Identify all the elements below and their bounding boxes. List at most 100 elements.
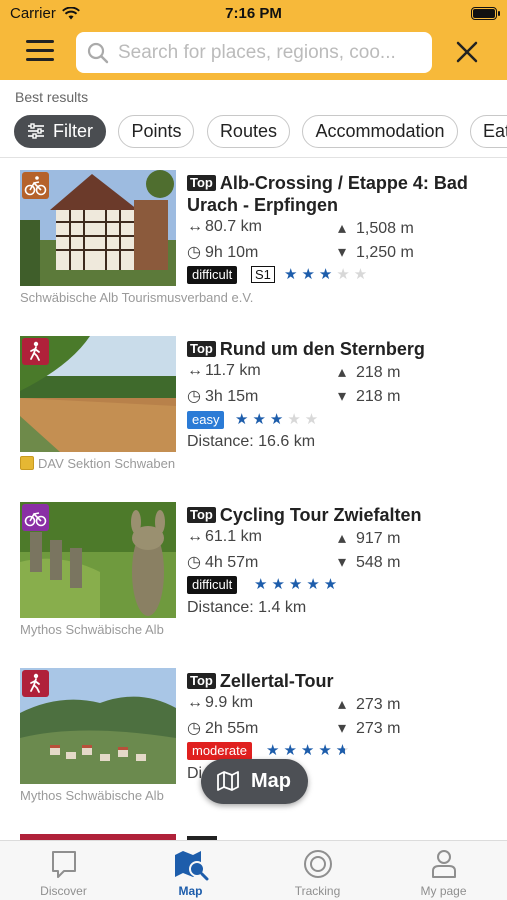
ascent-stat: ▴ 218 m bbox=[338, 362, 400, 382]
descent-value: 273 m bbox=[356, 720, 401, 737]
descent-value: 1,250 m bbox=[356, 244, 414, 261]
tracking-icon bbox=[303, 850, 332, 878]
difficulty-badge: moderate bbox=[187, 742, 252, 760]
difficulty-badge: difficult bbox=[187, 266, 238, 284]
top-badge: Top bbox=[187, 673, 216, 689]
arrows-horizontal-icon: ↔ bbox=[187, 694, 203, 711]
ascent-icon: ▴ bbox=[338, 364, 347, 381]
chip-eat[interactable]: Eat bbox=[469, 115, 507, 148]
person-icon bbox=[431, 850, 456, 878]
hiking-icon bbox=[22, 338, 49, 365]
section-label: Best results bbox=[15, 89, 89, 105]
top-badge: Top bbox=[187, 341, 216, 357]
distance-from-label: Di bbox=[187, 765, 203, 782]
chip-accommodation[interactable]: Accommodation bbox=[302, 115, 458, 148]
tab-tracking-label: Tracking bbox=[294, 884, 341, 898]
tour-title-text: Alb-Crossing / Etappe 4: Bad Urach - Erp… bbox=[187, 173, 468, 215]
duration-value: 4h 57m bbox=[205, 554, 259, 571]
descent-value: 548 m bbox=[356, 554, 401, 571]
arrows-horizontal-icon: ↔ bbox=[187, 528, 203, 545]
clock-icon: ◷ bbox=[187, 244, 201, 261]
tour-photo bbox=[20, 336, 176, 452]
distance-from-label: Distance: 16.6 km bbox=[187, 433, 316, 450]
clock: 7:16 PM bbox=[225, 5, 282, 22]
clock-icon: ◷ bbox=[187, 388, 201, 405]
top-badge: Top bbox=[187, 175, 216, 191]
descent-icon: ▾ bbox=[338, 554, 347, 571]
distance-stat: ↔ 80.7 km bbox=[187, 218, 262, 236]
rating-stars: ★★★★★ bbox=[284, 266, 372, 283]
distance-from-label: Distance: 1.4 km bbox=[187, 599, 307, 616]
ascent-icon: ▴ bbox=[338, 530, 347, 547]
tour-title-text: Cycling Tour Zwiefalten bbox=[219, 505, 422, 525]
ascent-stat: ▴ 273 m bbox=[338, 694, 400, 714]
source-label: DAV Sektion Schwaben bbox=[20, 456, 175, 471]
duration-value: 3h 15m bbox=[205, 388, 259, 405]
duration-stat: ◷ 4h 57m bbox=[187, 552, 258, 572]
chip-points[interactable]: Points bbox=[118, 115, 195, 148]
tour-title[interactable]: Top Alb-Crossing / Etappe 4: Bad Urach - … bbox=[187, 172, 487, 216]
duration-value: 2h 55m bbox=[205, 720, 259, 737]
tab-map[interactable]: Map bbox=[127, 841, 254, 900]
tab-tracking[interactable]: Tracking bbox=[254, 841, 381, 900]
clock-icon: ◷ bbox=[187, 720, 201, 737]
app-header: Carrier 7:16 PM bbox=[0, 0, 507, 80]
source-label: Mythos Schwäbische Alb bbox=[20, 788, 164, 803]
ascent-stat: ▴ 1,508 m bbox=[338, 218, 414, 238]
tour-photo bbox=[20, 170, 176, 286]
tab-discover-label: Discover bbox=[40, 884, 87, 898]
search-box[interactable] bbox=[76, 32, 432, 73]
tour-title[interactable]: Top Zellertal-Tour bbox=[187, 670, 487, 692]
distance-stat: ↔ 9.9 km bbox=[187, 694, 253, 712]
map-search-icon bbox=[174, 851, 208, 881]
descent-icon: ▾ bbox=[338, 720, 347, 737]
descent-icon: ▾ bbox=[338, 388, 347, 405]
duration-value: 9h 10m bbox=[205, 244, 259, 261]
search-icon bbox=[87, 42, 109, 64]
bike-icon bbox=[22, 504, 49, 531]
menu-button[interactable] bbox=[26, 40, 54, 62]
ascent-value: 1,508 m bbox=[356, 220, 414, 237]
tour-title[interactable]: Top Cycling Tour Zwiefalten bbox=[187, 504, 487, 526]
result-card-sternberg[interactable]: Top Rund um den Sternberg ↔ 11.7 km ▴ 218 m… bbox=[0, 336, 507, 486]
source-label: Mythos Schwäbische Alb bbox=[20, 622, 164, 637]
sliders-icon bbox=[28, 123, 44, 139]
distance-stat: ↔ 11.7 km bbox=[187, 362, 261, 380]
duration-stat: ◷ 9h 10m bbox=[187, 242, 258, 262]
filter-chip[interactable]: Filter bbox=[14, 115, 106, 148]
results-list[interactable]: Top Alb-Crossing / Etappe 4: Bad Urach - … bbox=[0, 158, 507, 840]
descent-stat: ▾ 548 m bbox=[338, 552, 400, 572]
descent-icon: ▾ bbox=[338, 244, 347, 261]
descent-stat: ▾ 273 m bbox=[338, 718, 400, 738]
tour-title-text: Rund um den Sternberg bbox=[219, 339, 425, 359]
tab-map-label: Map bbox=[178, 884, 203, 898]
hiking-icon bbox=[22, 670, 49, 697]
result-card-zwiefalten[interactable]: Top Cycling Tour Zwiefalten ↔ 61.1 km ▴ 917… bbox=[0, 502, 507, 652]
rating-stars: ★★★★★★ bbox=[266, 742, 354, 759]
tour-title-text: Zellertal-Tour bbox=[219, 671, 334, 691]
ascent-value: 917 m bbox=[356, 530, 401, 547]
map-button[interactable]: Map bbox=[201, 759, 308, 804]
arrows-horizontal-icon: ↔ bbox=[187, 362, 203, 379]
bike-icon bbox=[22, 172, 49, 199]
distance-value: 61.1 km bbox=[205, 528, 262, 545]
search-input[interactable] bbox=[118, 32, 424, 73]
distance-stat: ↔ 61.1 km bbox=[187, 528, 262, 546]
arrows-horizontal-icon: ↔ bbox=[187, 218, 203, 235]
chip-routes[interactable]: Routes bbox=[206, 115, 290, 148]
tab-discover[interactable]: Discover bbox=[0, 841, 127, 900]
difficulty-badge: difficult bbox=[187, 576, 238, 594]
top-badge: Top bbox=[187, 507, 216, 523]
tab-bar: Discover Map Tracking My page bbox=[0, 840, 507, 900]
tab-my-page[interactable]: My page bbox=[380, 841, 507, 900]
source-label-text: DAV Sektion Schwaben bbox=[38, 456, 176, 471]
tour-photo bbox=[20, 668, 176, 784]
tab-my-page-label: My page bbox=[420, 884, 467, 898]
dav-logo-icon bbox=[20, 456, 34, 470]
ascent-value: 273 m bbox=[356, 696, 401, 713]
result-card-alb-crossing[interactable]: Top Alb-Crossing / Etappe 4: Bad Urach - … bbox=[0, 170, 507, 320]
ascent-stat: ▴ 917 m bbox=[338, 528, 400, 548]
tour-photo bbox=[20, 502, 176, 618]
tour-title[interactable]: Top Rund um den Sternberg bbox=[187, 338, 487, 360]
close-icon[interactable] bbox=[455, 40, 479, 64]
